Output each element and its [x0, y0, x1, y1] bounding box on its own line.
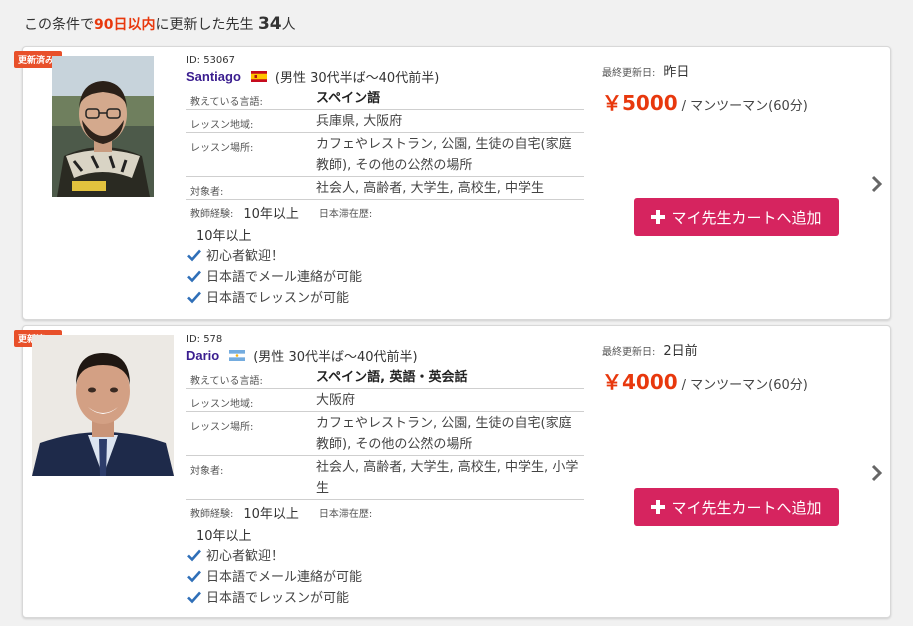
- row-value: スペイン語: [316, 91, 381, 106]
- last-updated-label: 最終更新日:: [602, 68, 656, 79]
- chevron-right-icon[interactable]: [869, 463, 885, 483]
- gender-age: (男性 30代半ば〜40代前半): [274, 70, 440, 86]
- teacher-card[interactable]: 更新済み! ID: 578 Dario (男性 30代半ば〜40代前半) 教えて…: [14, 325, 891, 618]
- row-value: 大阪府: [316, 393, 356, 408]
- chevron-right-icon[interactable]: [869, 174, 885, 194]
- add-to-cart-label: マイ先生カートへ追加: [671, 208, 822, 227]
- teacher-info: ID: 578 Dario (男性 30代半ば〜40代前半) 教えている言語: ス…: [186, 334, 586, 607]
- row-label: レッスン場所:: [190, 143, 254, 154]
- teacher-photo[interactable]: [32, 335, 174, 476]
- teacher-info: ID: 53067 Santiago (男性 30代半ば〜40代前半) 教えてい…: [186, 55, 586, 307]
- japan-stay-label: 日本滞在歴:: [318, 509, 373, 520]
- check-icon: [187, 270, 201, 282]
- row-label: レッスン場所:: [190, 422, 254, 433]
- summary-period: 90日以内: [94, 17, 156, 33]
- row-value: スペイン語, 英語・英会話: [316, 370, 468, 385]
- lesson-price: ￥5000: [602, 91, 678, 115]
- teacher-card[interactable]: 更新済み! ID: 53067 Santiago (男性 30代半ば〜40代前半…: [14, 46, 891, 320]
- last-updated-value: 2日前: [663, 344, 698, 359]
- row-label: レッスン地域:: [190, 120, 254, 131]
- experience-label: 教師経験:: [190, 209, 234, 220]
- feature-item: 日本語でレッスンが可能: [186, 586, 586, 607]
- japan-stay-value: 10年以上: [196, 529, 252, 544]
- teacher-id: ID: 578: [186, 334, 223, 345]
- pricing-panel: 最終更新日: 昨日 ￥5000/ マンツーマン(60分): [602, 61, 862, 116]
- check-icon: [187, 591, 201, 603]
- add-to-cart-button[interactable]: マイ先生カートへ追加: [634, 488, 839, 526]
- teacher-photo[interactable]: [52, 56, 154, 197]
- last-updated-label: 最終更新日:: [602, 347, 656, 358]
- experience-label: 教師経験:: [190, 509, 234, 520]
- plus-icon: [651, 500, 666, 514]
- results-summary: この条件で90日以内に更新した先生 34人: [24, 14, 296, 34]
- feature-item: 初心者歓迎！: [186, 544, 586, 565]
- experience-value: 10年以上: [243, 207, 299, 222]
- check-icon: [187, 291, 201, 303]
- feature-item: 初心者歓迎！: [186, 244, 586, 265]
- row-label: 教えている言語:: [190, 97, 263, 108]
- experience-value: 10年以上: [243, 507, 299, 522]
- pricing-panel: 最終更新日: 2日前 ￥4000/ マンツーマン(60分): [602, 340, 862, 395]
- row-value: 社会人, 高齢者, 大学生, 高校生, 中学生, 小学生: [316, 460, 579, 496]
- teacher-name-link[interactable]: Dario: [186, 348, 219, 363]
- check-icon: [187, 549, 201, 561]
- add-to-cart-label: マイ先生カートへ追加: [671, 498, 822, 517]
- row-label: 教えている言語:: [190, 376, 263, 387]
- details-table: 教えている言語: スペイン語 レッスン地域: 兵庫県, 大阪府 レッスン場所: カフェ…: [186, 87, 584, 200]
- row-value: カフェやレストラン, 公園, 生徒の自宅(家庭教師), その他の公然の場所: [316, 416, 572, 452]
- japan-stay-label: 日本滞在歴:: [318, 209, 373, 220]
- last-updated-value: 昨日: [663, 65, 690, 80]
- result-count: 34: [257, 14, 282, 34]
- row-label: 対象者:: [190, 187, 224, 198]
- feature-item: 日本語でメール連絡が可能: [186, 565, 586, 586]
- spain-flag-icon: [250, 70, 267, 82]
- teacher-id: ID: 53067: [186, 55, 236, 66]
- teacher-name-link[interactable]: Santiago: [186, 69, 241, 84]
- summary-middle: に更新した先生: [155, 17, 254, 33]
- check-icon: [187, 249, 201, 261]
- summary-prefix: この条件で: [24, 17, 94, 33]
- price-unit: / マンツーマン(60分): [681, 99, 808, 114]
- add-to-cart-button[interactable]: マイ先生カートへ追加: [634, 198, 839, 236]
- details-table: 教えている言語: スペイン語, 英語・英会話 レッスン地域: 大阪府 レッスン場所:…: [186, 366, 584, 500]
- feature-item: 日本語でレッスンが可能: [186, 286, 586, 307]
- plus-icon: [651, 210, 666, 224]
- feature-item: 日本語でメール連絡が可能: [186, 265, 586, 286]
- check-icon: [187, 570, 201, 582]
- argentina-flag-icon: [229, 349, 246, 361]
- gender-age: (男性 30代半ば〜40代前半): [253, 349, 418, 365]
- row-value: カフェやレストラン, 公園, 生徒の自宅(家庭教師), その他の公然の場所: [316, 137, 572, 173]
- row-value: 兵庫県, 大阪府: [316, 114, 403, 129]
- price-unit: / マンツーマン(60分): [681, 378, 808, 393]
- japan-stay-value: 10年以上: [196, 229, 252, 244]
- row-label: レッスン地域:: [190, 399, 254, 410]
- summary-suffix: 人: [281, 17, 296, 33]
- lesson-price: ￥4000: [602, 370, 678, 394]
- row-value: 社会人, 高齢者, 大学生, 高校生, 中学生: [316, 181, 545, 196]
- row-label: 対象者:: [190, 466, 224, 477]
